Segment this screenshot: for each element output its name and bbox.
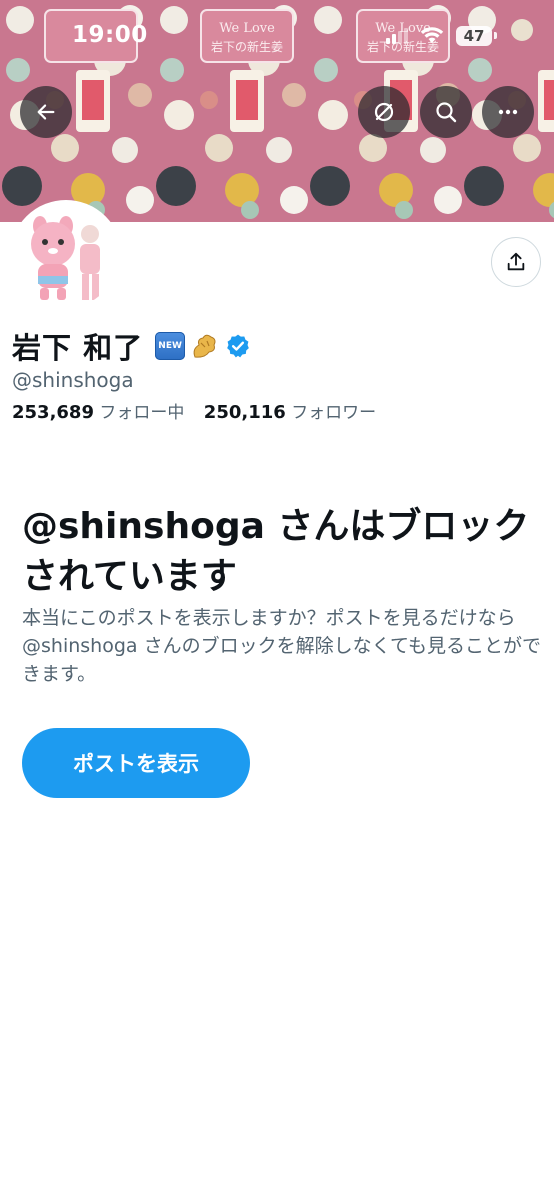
share-icon	[507, 252, 525, 271]
battery-icon: 47	[456, 26, 492, 46]
followers-count: 250,116	[203, 402, 286, 423]
battery-cap	[494, 32, 497, 39]
view-posts-button[interactable]: ポストを表示	[22, 728, 250, 798]
followers-link[interactable]: 250,116 フォロワー	[203, 402, 377, 423]
followers-label: フォロワー	[291, 403, 377, 423]
display-name: 岩下 和了	[12, 331, 144, 365]
blocked-title: @shinshoga さんはブロックされています	[22, 506, 530, 597]
verified-icon[interactable]	[225, 333, 251, 359]
banner-sign-line2: 岩下の新生姜	[211, 39, 283, 54]
back-arrow-icon	[37, 104, 55, 120]
following-count: 253,689	[12, 402, 94, 423]
avatar[interactable]	[10, 200, 122, 312]
avatar-image	[14, 204, 118, 308]
back-button[interactable]	[20, 86, 72, 138]
following-link[interactable]: 253,689 フォロー中	[12, 402, 190, 423]
wifi-icon	[420, 27, 444, 43]
unmute-icon	[374, 102, 394, 122]
profile-handle: @shinshoga	[12, 368, 134, 392]
new-badge-icon: NEW	[155, 332, 186, 360]
following-label: フォロー中	[99, 403, 185, 423]
share-button[interactable]	[491, 237, 541, 287]
banner-sign-line1: We Love	[219, 21, 275, 36]
search-icon	[436, 102, 457, 123]
ginger-icon	[193, 334, 216, 358]
status-time: 19:00	[72, 22, 148, 48]
more-icon	[498, 109, 518, 115]
signal-icon	[386, 28, 408, 44]
more-button[interactable]	[482, 86, 534, 138]
follow-stats: 253,689 フォロー中 250,116 フォロワー	[12, 398, 376, 423]
profile-name-row: 岩下 和了 NEW	[12, 326, 251, 366]
search-button[interactable]	[420, 86, 472, 138]
unmute-button[interactable]	[358, 86, 410, 138]
blocked-description: 本当にこのポストを表示しますか？ポストを見るだけなら @shinshoga さん…	[22, 607, 542, 685]
